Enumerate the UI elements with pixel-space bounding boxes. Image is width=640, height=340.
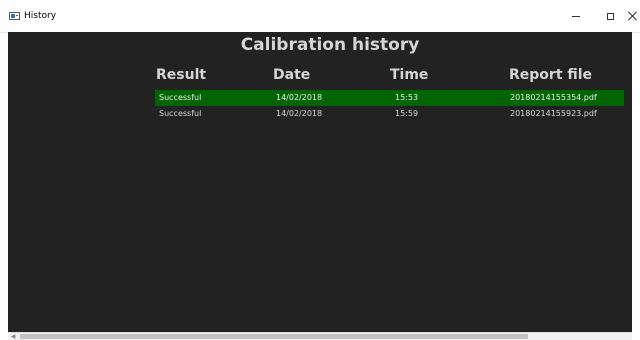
close-icon <box>628 11 638 21</box>
row-report-file: 20180214155923.pdf <box>510 109 597 118</box>
row-time: 15:59 <box>395 109 419 118</box>
history-row[interactable]: Successful 14/02/2018 15:59 201802141559… <box>155 106 624 122</box>
row-report-file: 20180214155354.pdf <box>510 93 597 102</box>
close-button[interactable] <box>628 0 640 32</box>
scroll-left-icon[interactable]: ◀ <box>8 333 18 340</box>
column-header-time: Time <box>390 67 429 83</box>
column-header-result: Result <box>156 67 207 83</box>
maximize-button[interactable] <box>596 0 624 32</box>
title-bar[interactable]: History <box>0 0 640 33</box>
app-window-icon <box>9 12 20 20</box>
minimize-icon <box>572 15 580 17</box>
row-date: 14/02/2018 <box>276 93 323 102</box>
window-title: History <box>24 11 57 21</box>
history-row[interactable]: Successful 14/02/2018 15:53 201802141553… <box>155 90 624 106</box>
scrollbar-thumb[interactable] <box>20 334 528 339</box>
page-title: Calibration history <box>240 35 420 55</box>
column-header-report-file: Report file <box>509 67 593 83</box>
row-time: 15:53 <box>395 93 419 102</box>
maximize-icon <box>606 12 614 20</box>
column-header-date: Date <box>273 67 311 83</box>
row-date: 14/02/2018 <box>276 109 323 118</box>
horizontal-scrollbar[interactable]: ◀ <box>8 332 632 340</box>
history-panel: Calibration history Result Date Time Rep… <box>8 32 632 332</box>
history-window: History Calibration history Result Date … <box>0 0 640 340</box>
row-result: Successful <box>159 93 202 102</box>
minimize-button[interactable] <box>562 0 590 32</box>
row-result: Successful <box>159 109 202 118</box>
